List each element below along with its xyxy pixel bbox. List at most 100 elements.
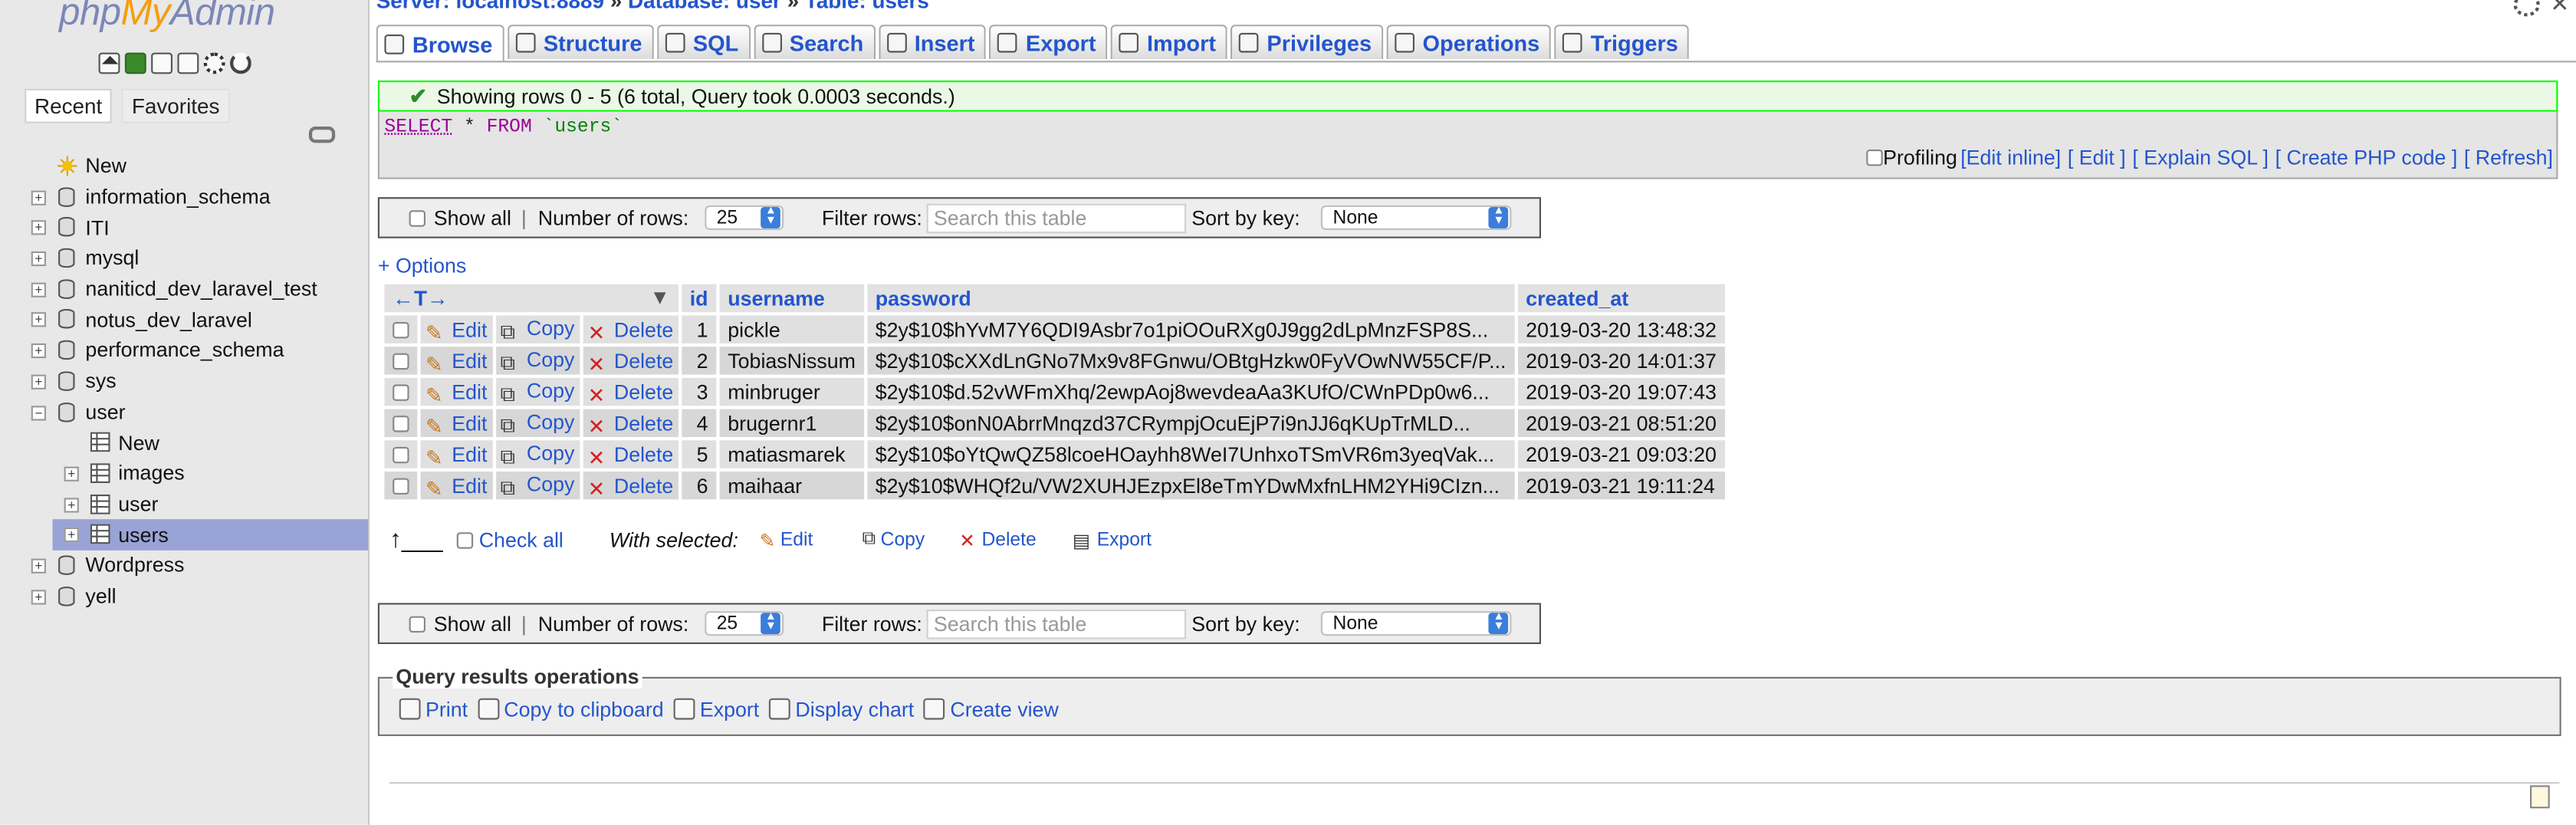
tab-sql[interactable]: SQL: [656, 25, 751, 60]
edit-row-link[interactable]: ✎ Edit: [420, 377, 492, 406]
row-checkbox[interactable]: [393, 416, 409, 433]
tree-item-label[interactable]: ITI: [85, 216, 109, 239]
tree-item[interactable]: + ITI: [0, 212, 368, 243]
check-all-link[interactable]: Check all: [479, 528, 564, 551]
tree-item-label[interactable]: naniticd_dev_laravel_test: [85, 278, 317, 301]
delete-row-link[interactable]: ✕ Delete: [583, 347, 678, 376]
delete-row-link[interactable]: ✕ Delete: [583, 315, 678, 344]
table-row[interactable]: ✎ Edit ⧉ Copy ✕ Delete 6 maihaar $2y$10$WHQf2u/V…: [384, 472, 1725, 501]
tree-item-label[interactable]: images: [118, 462, 184, 485]
tree-item-label[interactable]: users: [118, 524, 169, 547]
options-link[interactable]: + Options: [378, 255, 466, 278]
cell-id[interactable]: 2: [682, 347, 717, 375]
cell-username[interactable]: minbruger: [719, 377, 864, 406]
create-php-code-link[interactable]: [ Create PHP code ]: [2275, 146, 2458, 169]
tree-item[interactable]: + users: [52, 519, 369, 551]
check-all-checkbox[interactable]: [455, 531, 473, 548]
with-selected-delete[interactable]: ✕ Delete: [959, 528, 1036, 551]
expand-icon[interactable]: +: [31, 313, 46, 328]
expand-icon[interactable]: +: [31, 251, 46, 267]
edit-link[interactable]: [ Edit ]: [2068, 146, 2126, 169]
cell-username[interactable]: maihaar: [719, 472, 864, 500]
copy-row-link[interactable]: ⧉ Copy: [495, 472, 580, 500]
tree-item[interactable]: + user: [0, 489, 368, 520]
tab-export[interactable]: Export: [989, 25, 1108, 60]
tree-item[interactable]: + notus_dev_laravel: [0, 304, 368, 335]
tree-item[interactable]: + yell: [0, 581, 368, 612]
tab-structure[interactable]: Structure: [507, 25, 654, 60]
refresh-link[interactable]: [ Refresh]: [2464, 146, 2553, 169]
breadcrumb-table[interactable]: Table: users: [805, 0, 929, 13]
edit-row-link[interactable]: ✎ Edit: [420, 409, 492, 438]
cell-created-at[interactable]: 2019-03-20 13:48:32: [1517, 315, 1725, 343]
cell-created-at[interactable]: 2019-03-21 09:03:20: [1517, 440, 1725, 468]
table-row[interactable]: ✎ Edit ⧉ Copy ✕ Delete 1 pickle $2y$10$hYvM7Y6QD…: [384, 315, 1725, 344]
copy-row-link[interactable]: ⧉ Copy: [495, 315, 580, 343]
tree-item[interactable]: + images: [0, 459, 368, 489]
delete-row-link[interactable]: ✕ Delete: [583, 409, 678, 438]
tree-item-label[interactable]: user: [85, 401, 125, 424]
collapse-icon[interactable]: −: [31, 405, 46, 420]
with-selected-edit[interactable]: ✎ Edit: [760, 528, 813, 551]
settings-icon[interactable]: [203, 52, 225, 74]
tree-item-label[interactable]: New: [118, 432, 159, 455]
create-view-link[interactable]: Create view: [924, 698, 1059, 721]
tree-item[interactable]: New: [0, 428, 368, 459]
cell-username[interactable]: brugernr1: [719, 409, 864, 437]
with-selected-export[interactable]: ▤ Export: [1073, 528, 1152, 551]
tree-item-label[interactable]: New: [85, 155, 127, 178]
expand-icon[interactable]: +: [31, 220, 46, 236]
expand-icon[interactable]: +: [64, 466, 79, 482]
tree-item[interactable]: + performance_schema: [0, 335, 368, 366]
cell-username[interactable]: pickle: [719, 315, 864, 343]
display-chart-link[interactable]: Display chart: [769, 698, 914, 721]
profiling-checkbox[interactable]: [1866, 150, 1884, 166]
tree-item[interactable]: + mysql: [0, 243, 368, 274]
cell-id[interactable]: 6: [682, 472, 717, 500]
copy-row-link[interactable]: ⧉ Copy: [495, 377, 580, 406]
expand-icon[interactable]: +: [31, 589, 46, 604]
tree-item[interactable]: − user: [0, 397, 368, 428]
row-checkbox[interactable]: [393, 478, 409, 495]
copy-to-clipboard-link[interactable]: Copy to clipboard: [477, 698, 664, 721]
cell-password[interactable]: $2y$10$hYvM7Y6QDI9Asbr7o1piOOuRXg0J9gg2d…: [866, 315, 1515, 343]
help-icon[interactable]: [151, 52, 172, 74]
tab-privileges[interactable]: Privileges: [1230, 25, 1384, 60]
tree-item-label[interactable]: notus_dev_laravel: [85, 308, 251, 331]
close-icon[interactable]: ✕: [2550, 0, 2569, 18]
table-row[interactable]: ✎ Edit ⧉ Copy ✕ Delete 2 TobiasNissum $2y$10$cXX…: [384, 347, 1725, 376]
number-of-rows-select[interactable]: 25 ▲ ▼: [705, 611, 784, 636]
explain-sql-link[interactable]: [ Explain SQL ]: [2132, 146, 2269, 169]
edit-row-link[interactable]: ✎ Edit: [420, 472, 492, 501]
tab-triggers[interactable]: Triggers: [1554, 25, 1690, 60]
expand-icon[interactable]: +: [31, 189, 46, 205]
tree-item-label[interactable]: user: [118, 493, 158, 516]
expand-icon[interactable]: +: [31, 343, 46, 359]
cell-id[interactable]: 1: [682, 315, 717, 343]
recent-tab[interactable]: Recent: [25, 88, 113, 123]
expand-icon[interactable]: +: [31, 374, 46, 389]
cell-password[interactable]: $2y$10$cXXdLnGNo7Mx9v8FGnwu/OBtgHzkw0FyV…: [866, 347, 1515, 375]
number-of-rows-select[interactable]: 25 ▲ ▼: [705, 205, 784, 230]
delete-row-link[interactable]: ✕ Delete: [583, 377, 678, 406]
tab-search[interactable]: Search: [753, 25, 876, 60]
table-row[interactable]: ✎ Edit ⧉ Copy ✕ Delete 5 matiasmarek $2y$10$oYtQ…: [384, 440, 1725, 469]
expand-icon[interactable]: +: [64, 528, 79, 543]
row-checkbox[interactable]: [393, 353, 409, 370]
breadcrumb-server[interactable]: Server: localhost:8889: [376, 0, 604, 13]
cell-created-at[interactable]: 2019-03-20 19:07:43: [1517, 377, 1725, 406]
tree-item[interactable]: + Wordpress: [0, 551, 368, 581]
edit-row-link[interactable]: ✎ Edit: [420, 347, 492, 376]
copy-row-link[interactable]: ⧉ Copy: [495, 347, 580, 375]
column-arrows-header[interactable]: ←T→ ▼: [384, 284, 678, 313]
expand-icon[interactable]: +: [31, 282, 46, 297]
breadcrumb-database[interactable]: Database: user: [628, 0, 781, 13]
sql-icon[interactable]: [124, 52, 146, 74]
table-row[interactable]: ✎ Edit ⧉ Copy ✕ Delete 4 brugernr1 $2y$10$onN0Ab…: [384, 409, 1725, 438]
column-header-password[interactable]: password: [866, 284, 1515, 313]
delete-row-link[interactable]: ✕ Delete: [583, 472, 678, 501]
show-all-checkbox[interactable]: [409, 209, 426, 226]
column-header-id[interactable]: id: [682, 284, 717, 313]
tab-operations[interactable]: Operations: [1386, 25, 1552, 60]
tab-browse[interactable]: Browse: [376, 25, 504, 63]
